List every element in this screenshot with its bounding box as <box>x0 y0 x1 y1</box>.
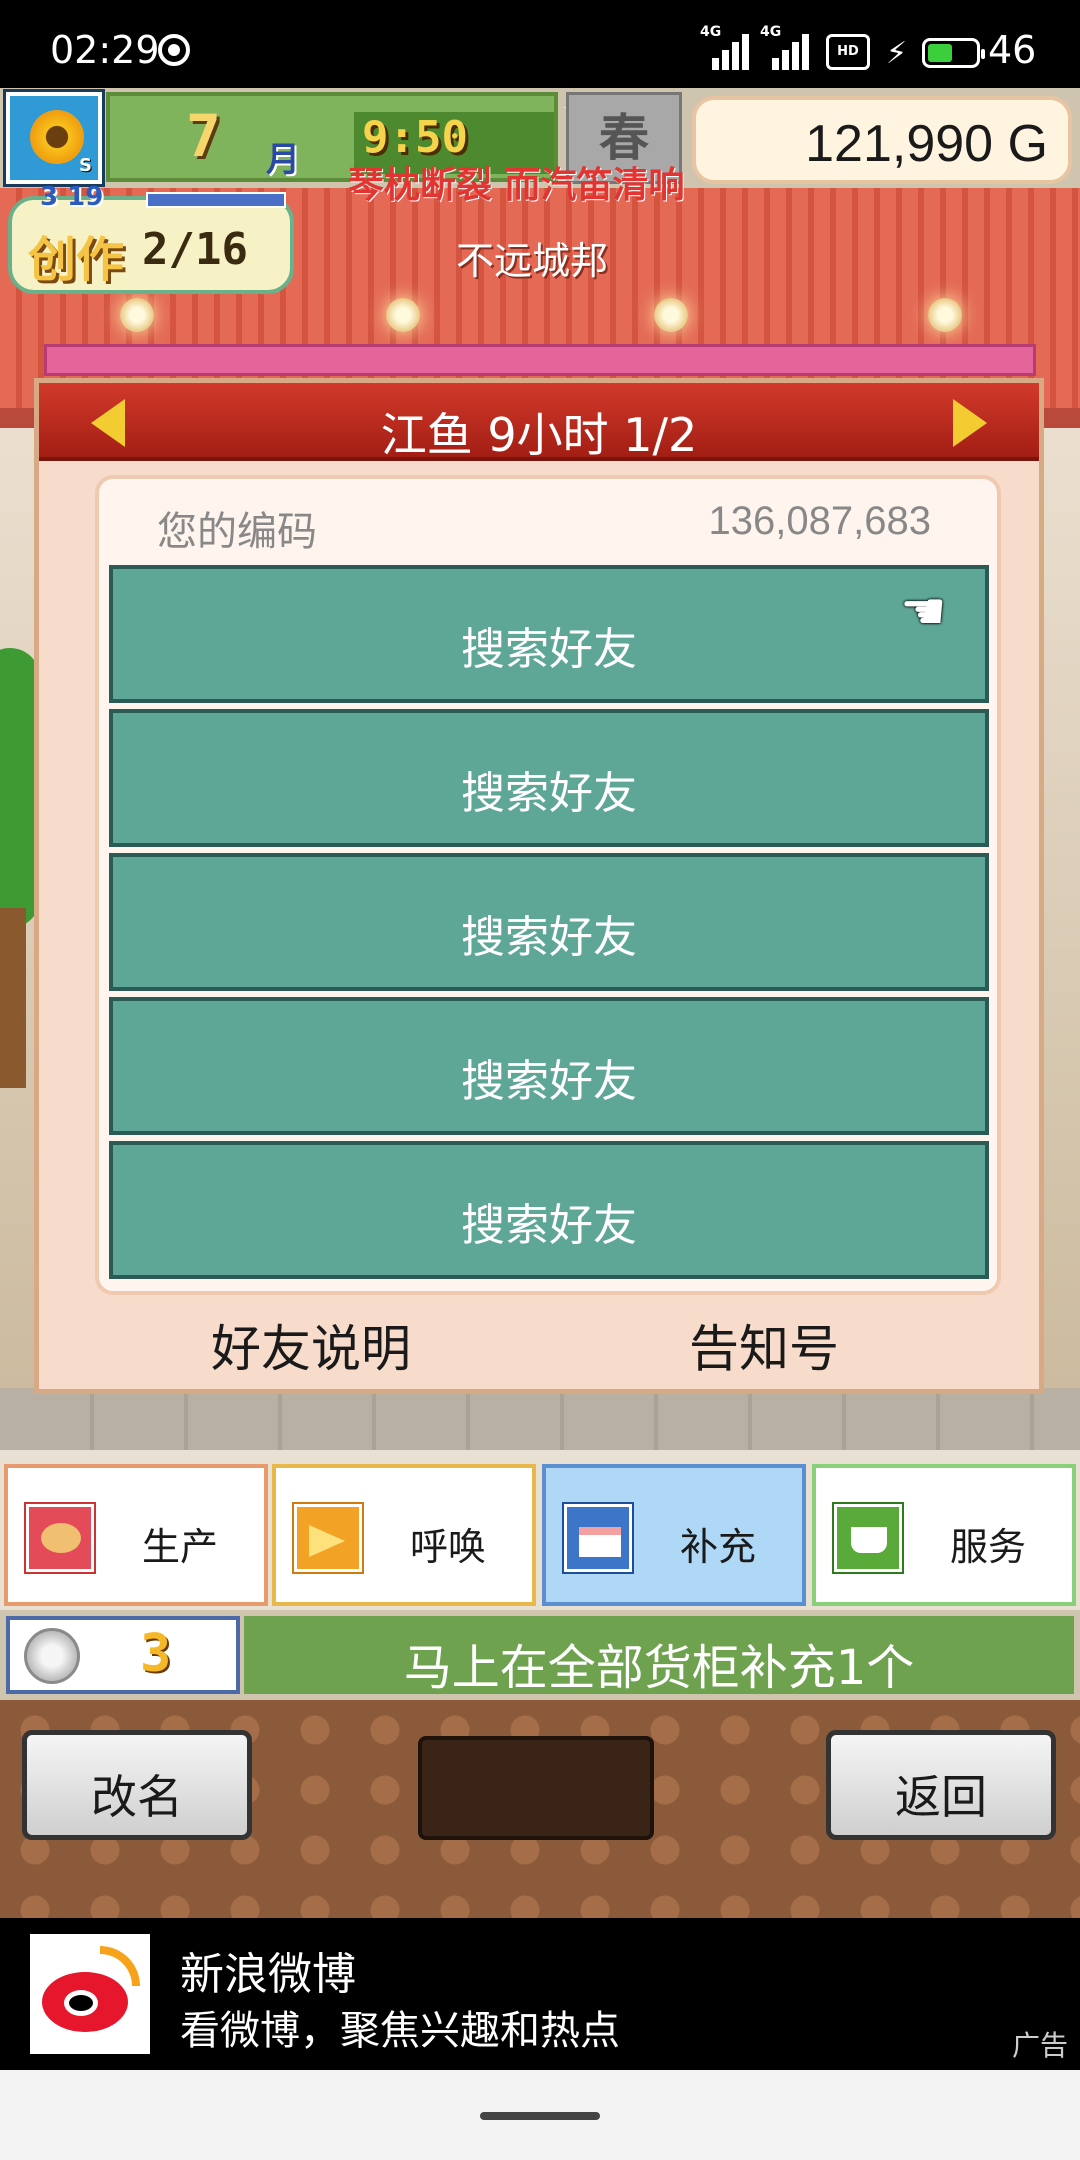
money-value: 121,990 G <box>805 115 1048 173</box>
back-button[interactable]: 返回 <box>826 1730 1056 1840</box>
ad-banner[interactable]: 新浪微博 看微博，聚焦兴趣和热点 广告 <box>0 1918 1080 2070</box>
next-arrow-icon[interactable] <box>953 399 987 447</box>
code-value: 136,087,683 <box>708 499 931 543</box>
month-number: 7 <box>186 102 221 170</box>
signal-icon: 4G <box>700 24 749 70</box>
search-friend-button[interactable]: 搜索好友 <box>109 709 989 847</box>
coffee-cup-icon <box>834 1504 902 1572</box>
battery-icon <box>922 38 985 68</box>
network-type-label: 4G <box>760 24 782 40</box>
dialog-title: 江鱼 9小时 1/2 <box>380 408 698 462</box>
create-progress-bar <box>146 192 286 208</box>
code-label: 您的编码 <box>157 509 317 555</box>
megaphone-icon <box>294 1504 362 1572</box>
create-count: 2/16 <box>142 224 248 275</box>
tab-produce[interactable]: 生产 <box>4 1464 268 1606</box>
notify-number-link[interactable]: 告知号 <box>689 1309 839 1381</box>
friend-list-panel: 您的编码 136,087,683 搜索好友 搜索好友 搜索好友 搜索好友 搜索好… <box>95 475 1001 1295</box>
pointer-hand-icon: ☚ <box>900 582 947 642</box>
search-friend-label: 搜索好友 <box>461 624 637 675</box>
tab-call[interactable]: 呼唤 <box>272 1464 536 1606</box>
tab-label: 呼唤 <box>410 1525 487 1569</box>
month-label: 月 <box>266 140 300 180</box>
coin-icon <box>24 1628 80 1684</box>
back-label: 返回 <box>895 1770 987 1824</box>
search-friend-label: 搜索好友 <box>461 1200 637 1251</box>
search-friend-button[interactable]: 搜索好友 <box>109 1141 989 1279</box>
search-friend-label: 搜索好友 <box>461 768 637 819</box>
battery-level: 46 <box>988 28 1037 72</box>
rename-button[interactable]: 改名 <box>22 1730 252 1840</box>
friend-help-link[interactable]: 好友说明 <box>211 1309 411 1381</box>
tab-label: 补充 <box>680 1525 757 1569</box>
network-type-label: 4G <box>700 24 722 40</box>
status-bar: 02:29 4G 4G HD ⚡ 46 <box>0 0 1080 88</box>
lamp-icon <box>386 298 420 332</box>
charging-icon: ⚡ <box>886 36 908 71</box>
tab-label: 服务 <box>950 1525 1027 1569</box>
tree-trunk <box>0 908 26 1088</box>
rename-label: 改名 <box>91 1770 183 1824</box>
coin-count: 3 <box>140 1624 172 1684</box>
home-gesture-handle[interactable] <box>480 2112 600 2120</box>
event-banner: 琴枕断裂 而汽笛清响 <box>348 165 685 206</box>
money-display: 121,990 G <box>692 96 1072 184</box>
search-friend-button[interactable]: 搜索好友 <box>109 853 989 991</box>
bread-icon <box>26 1504 94 1572</box>
lamp-icon <box>654 298 688 332</box>
create-label: 创作 <box>28 232 125 288</box>
coin-counter: 3 <box>6 1616 240 1694</box>
tab-label: 生产 <box>142 1525 219 1569</box>
signal-icon: 4G <box>760 24 809 70</box>
hd-voice-icon: HD <box>826 34 870 70</box>
search-friend-button[interactable]: 搜索好友 <box>109 565 989 703</box>
cake-icon <box>564 1504 632 1572</box>
lamp-icon <box>120 298 154 332</box>
create-small-label: 3 19 <box>40 182 104 212</box>
weibo-logo-icon <box>30 1934 150 2054</box>
lamp-icon <box>928 298 962 332</box>
clock-time: 02:29 <box>50 28 160 72</box>
tab-restock[interactable]: 补充 <box>542 1464 806 1606</box>
wall-right <box>1040 428 1080 1488</box>
dialog-top-bar <box>44 344 1036 376</box>
sync-icon <box>158 34 190 66</box>
search-friend-label: 搜索好友 <box>461 912 637 963</box>
tab-service[interactable]: 服务 <box>812 1464 1076 1606</box>
restock-hint-bar[interactable]: 马上在全部货柜补充1个 <box>244 1616 1074 1696</box>
ad-title: 新浪微博 <box>180 1949 356 2000</box>
counter-window <box>418 1736 654 1840</box>
friends-dialog: 江鱼 9小时 1/2 您的编码 136,087,683 搜索好友 搜索好友 搜索… <box>34 378 1044 1394</box>
sunflower-icon[interactable]: S <box>6 92 102 184</box>
ad-tag: 广告 <box>1011 2029 1068 2062</box>
search-friend-button[interactable]: 搜索好友 <box>109 997 989 1135</box>
search-friend-label: 搜索好友 <box>461 1056 637 1107</box>
ad-subtitle: 看微博，聚焦兴趣和热点 <box>180 2008 620 2054</box>
navigation-bar <box>0 2070 1080 2160</box>
restock-hint: 马上在全部货柜补充1个 <box>403 1640 915 1696</box>
store-name: 不远城邦 <box>456 239 609 283</box>
dialog-header: 江鱼 9小时 1/2 <box>39 383 1039 462</box>
create-progress-panel[interactable]: 3 19 创作 2/16 <box>8 182 294 294</box>
